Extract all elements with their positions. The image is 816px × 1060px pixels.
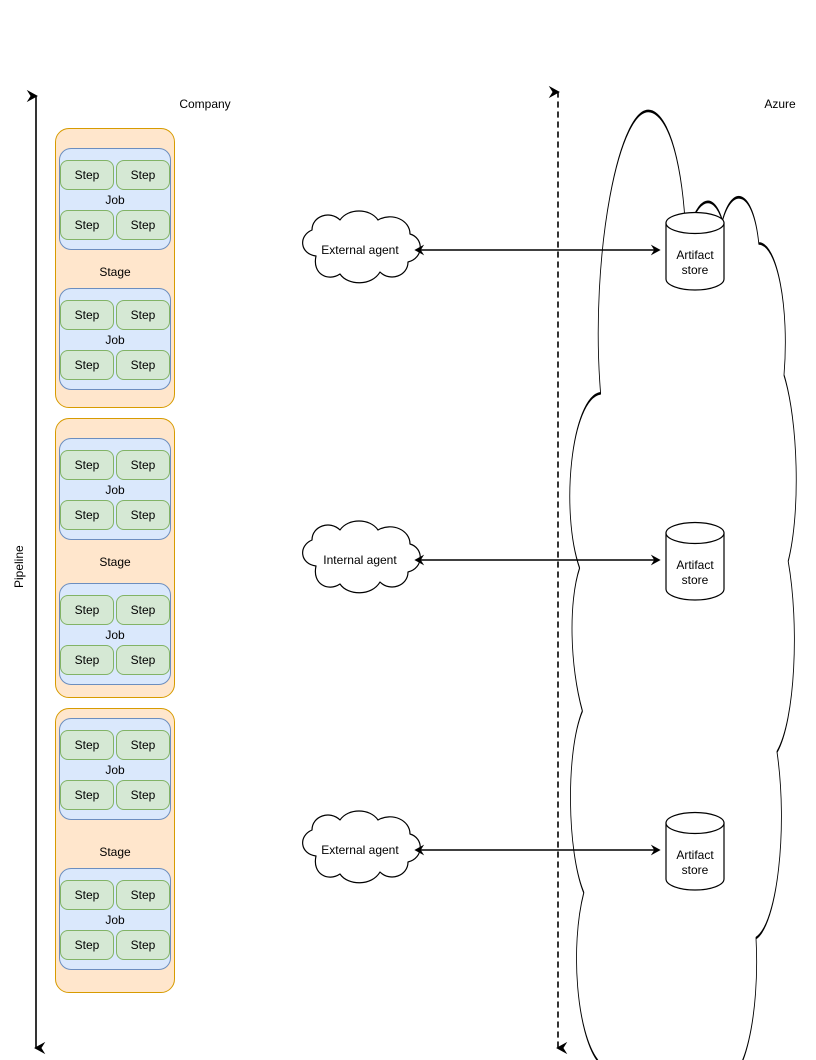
step-box[interactable]: Step xyxy=(116,210,170,240)
connector-arrow xyxy=(414,244,661,256)
stage-label: Stage xyxy=(99,265,131,279)
step-box[interactable]: Step xyxy=(116,880,170,910)
step-label: Step xyxy=(74,458,100,472)
step-box[interactable]: Step xyxy=(116,595,170,625)
step-label: Step xyxy=(74,508,100,522)
step-label: Step xyxy=(74,738,100,752)
step-label: Step xyxy=(74,603,100,617)
step-label: Step xyxy=(130,168,156,182)
step-box[interactable]: Step xyxy=(116,160,170,190)
step-box[interactable]: Step xyxy=(60,210,114,240)
step-box[interactable]: Step xyxy=(116,930,170,960)
step-label: Step xyxy=(130,603,156,617)
job-label: Job xyxy=(105,483,125,497)
job-label: Job xyxy=(105,913,125,927)
diagram-canvas: Company Azure Pipeline Stage Job Step St… xyxy=(0,0,816,1060)
step-box[interactable]: Step xyxy=(60,450,114,480)
step-label: Step xyxy=(130,308,156,322)
step-label: Step xyxy=(74,218,100,232)
step-box[interactable]: Step xyxy=(60,160,114,190)
step-label: Step xyxy=(74,358,100,372)
step-label: Step xyxy=(130,458,156,472)
step-label: Step xyxy=(130,218,156,232)
connector-arrow xyxy=(414,844,661,856)
step-label: Step xyxy=(130,358,156,372)
step-label: Step xyxy=(130,738,156,752)
region-label-company: Company xyxy=(179,97,231,111)
step-label: Step xyxy=(74,938,100,952)
step-label: Step xyxy=(130,508,156,522)
step-box[interactable]: Step xyxy=(116,730,170,760)
step-box[interactable]: Step xyxy=(60,930,114,960)
artifact-store-cylinder[interactable] xyxy=(665,211,725,291)
job-label: Job xyxy=(105,333,125,347)
job-label: Job xyxy=(105,628,125,642)
artifact-store-cylinder[interactable] xyxy=(665,811,725,891)
step-label: Step xyxy=(130,938,156,952)
step-box[interactable]: Step xyxy=(60,780,114,810)
job-label: Job xyxy=(105,193,125,207)
step-box[interactable]: Step xyxy=(116,645,170,675)
step-label: Step xyxy=(130,653,156,667)
connector-arrow xyxy=(414,554,661,566)
step-label: Step xyxy=(74,788,100,802)
stage-label: Stage xyxy=(99,845,131,859)
stage-label: Stage xyxy=(99,555,131,569)
step-box[interactable]: Step xyxy=(60,595,114,625)
step-box[interactable]: Step xyxy=(60,880,114,910)
job-label: Job xyxy=(105,763,125,777)
step-label: Step xyxy=(74,888,100,902)
artifact-store-cylinder[interactable] xyxy=(665,521,725,601)
step-box[interactable]: Step xyxy=(60,350,114,380)
pipeline-axis-label: Pipeline xyxy=(12,545,26,588)
step-box[interactable]: Step xyxy=(116,300,170,330)
step-box[interactable]: Step xyxy=(60,645,114,675)
step-box[interactable]: Step xyxy=(116,450,170,480)
step-label: Step xyxy=(130,788,156,802)
step-label: Step xyxy=(74,168,100,182)
step-box[interactable]: Step xyxy=(116,780,170,810)
step-box[interactable]: Step xyxy=(60,730,114,760)
step-box[interactable]: Step xyxy=(116,350,170,380)
step-label: Step xyxy=(74,308,100,322)
step-label: Step xyxy=(130,888,156,902)
step-box[interactable]: Step xyxy=(60,500,114,530)
step-box[interactable]: Step xyxy=(60,300,114,330)
step-label: Step xyxy=(74,653,100,667)
step-box[interactable]: Step xyxy=(116,500,170,530)
